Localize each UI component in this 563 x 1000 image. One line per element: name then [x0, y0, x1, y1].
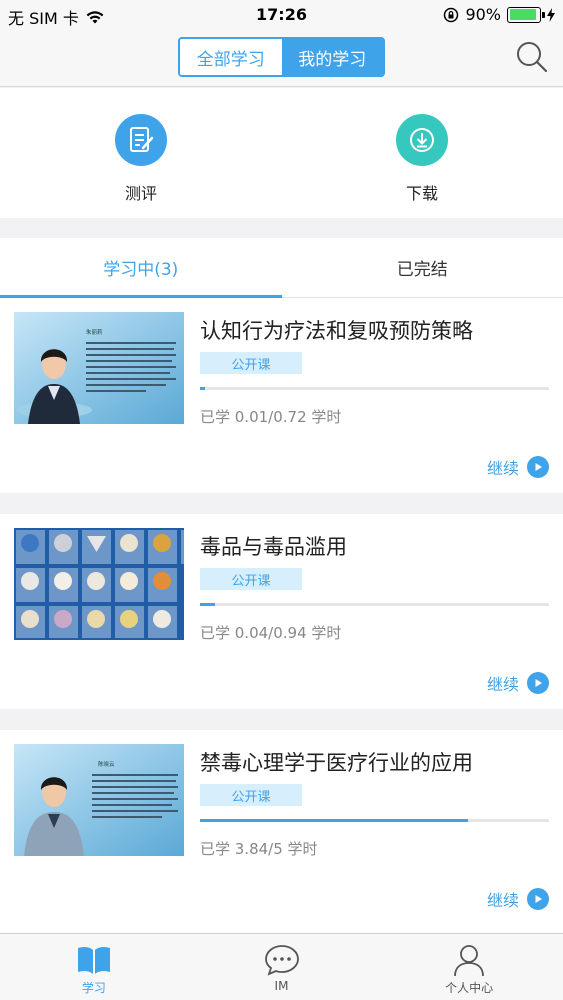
- course-title[interactable]: 禁毒心理学于医疗行业的应用: [200, 747, 473, 777]
- download-label: 下载: [405, 184, 438, 203]
- course-progress-bar: [200, 603, 549, 606]
- tabbar-im[interactable]: IM: [188, 934, 376, 1000]
- chat-icon: [264, 941, 300, 979]
- course-card[interactable]: 朱丽莉 认知行为疗法和复吸预防策略 公开课 已学 0.01/0.72 学时 继续: [0, 298, 563, 493]
- charging-icon: [547, 7, 555, 22]
- play-icon: [527, 888, 549, 910]
- course-type-badge: 公开课: [200, 352, 302, 374]
- course-card[interactable]: 陈晓云 禁毒心理学于医疗行业的应用 公开课 已学 3.84/5 学时 继续: [0, 730, 563, 933]
- course-thumbnail: [14, 528, 184, 640]
- continue-label: 继续: [486, 459, 519, 478]
- play-icon: [527, 456, 549, 478]
- download-icon: [396, 114, 448, 166]
- course-progress-fill: [200, 387, 205, 390]
- rotation-lock-icon: [444, 7, 459, 22]
- battery-icon: [507, 6, 545, 23]
- tabbar-profile-label: 个人中心: [445, 981, 494, 995]
- battery-group: 90%: [443, 5, 555, 24]
- segment-all-learning[interactable]: 全部学习: [180, 39, 282, 75]
- continue-button[interactable]: 继续: [487, 671, 549, 695]
- tabbar-learning-label: 学习: [81, 981, 106, 995]
- profile-icon: [451, 941, 487, 979]
- continue-button[interactable]: 继续: [487, 887, 549, 911]
- course-progress-bar: [200, 387, 549, 390]
- course-card[interactable]: 毒品与毒品滥用 公开课 已学 0.04/0.94 学时 继续: [0, 514, 563, 709]
- battery-percent: 90%: [465, 5, 501, 24]
- quick-actions: 测评 下载: [0, 88, 563, 218]
- course-hours: 已学 3.84/5 学时: [200, 840, 318, 858]
- search-icon[interactable]: [515, 40, 549, 74]
- assessment-button[interactable]: 测评: [101, 114, 181, 204]
- course-thumbnail: 陈晓云: [14, 744, 184, 856]
- tabbar-im-label: IM: [274, 979, 289, 993]
- tab-completed[interactable]: 已完结: [282, 238, 563, 297]
- course-type-badge: 公开课: [200, 784, 302, 806]
- status-bar: 无 SIM 卡 17:26 90%: [0, 0, 563, 30]
- course-thumbnail: 朱丽莉: [14, 312, 184, 424]
- continue-label: 继续: [486, 675, 519, 694]
- assessment-icon: [115, 114, 167, 166]
- assessment-label: 测评: [124, 184, 157, 203]
- continue-label: 继续: [486, 891, 519, 910]
- tabbar-profile[interactable]: 个人中心: [375, 934, 563, 1000]
- tabbar-learning[interactable]: 学习: [0, 934, 188, 1000]
- download-button[interactable]: 下载: [382, 114, 462, 204]
- bottom-tab-bar: 学习 IM 个人中心: [0, 933, 563, 1000]
- navigation-bar: 全部学习 我的学习: [0, 30, 563, 87]
- course-hours: 已学 0.04/0.94 学时: [200, 624, 342, 642]
- status-tabs: 学习中(3) 已完结: [0, 238, 563, 298]
- tab-in-progress[interactable]: 学习中(3): [0, 238, 282, 298]
- thumbnail-speaker-name: 陈晓云: [98, 760, 115, 768]
- thumbnail-speaker-name: 朱丽莉: [86, 328, 103, 336]
- continue-button[interactable]: 继续: [487, 455, 549, 479]
- book-icon: [76, 941, 112, 979]
- course-title[interactable]: 认知行为疗法和复吸预防策略: [200, 315, 473, 345]
- course-progress-fill: [200, 819, 469, 822]
- course-type-badge: 公开课: [200, 568, 302, 590]
- course-progress-bar: [200, 819, 549, 822]
- course-progress-fill: [200, 603, 215, 606]
- course-hours: 已学 0.01/0.72 学时: [200, 408, 342, 426]
- play-icon: [527, 672, 549, 694]
- segment-control: 全部学习 我的学习: [178, 37, 385, 77]
- course-title[interactable]: 毒品与毒品滥用: [200, 531, 347, 561]
- segment-my-learning[interactable]: 我的学习: [281, 39, 383, 75]
